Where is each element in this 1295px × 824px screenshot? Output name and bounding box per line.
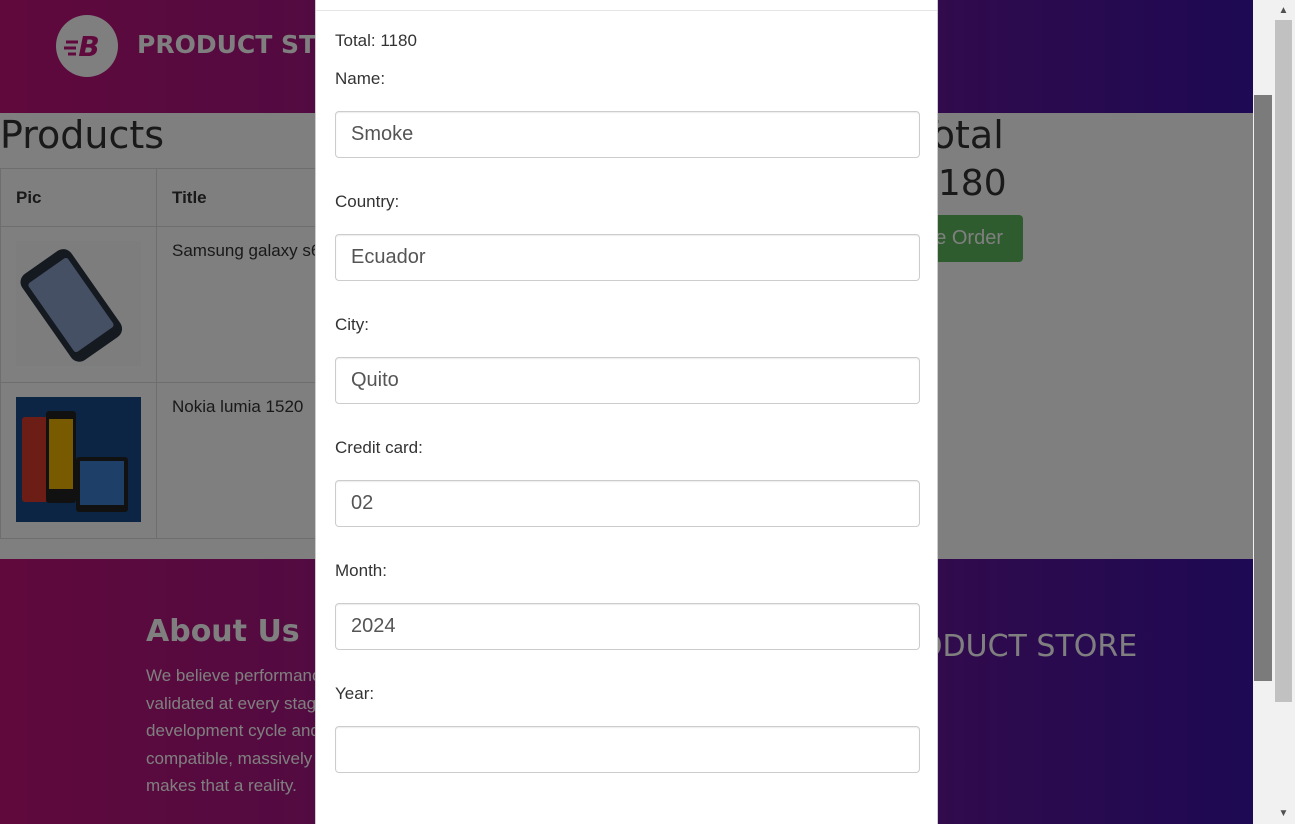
name-input[interactable] [335,111,920,158]
city-label: City: [335,315,369,334]
credit-card-label: Credit card: [335,438,423,457]
month-input[interactable] [335,603,920,650]
country-label: Country: [335,192,400,211]
credit-card-input[interactable] [335,480,920,527]
year-group: Year: [335,682,920,773]
year-input[interactable] [335,726,920,773]
city-input[interactable] [335,357,920,404]
month-label: Month: [335,561,387,580]
scroll-down-arrow-icon[interactable]: ▼ [1275,805,1292,822]
credit-card-group: Credit card: [335,436,920,527]
country-group: Country: [335,190,920,281]
city-group: City: [335,313,920,404]
year-label: Year: [335,684,375,703]
name-label: Name: [335,69,386,88]
modal-header-divider [316,10,937,11]
order-total: Total: 1180 [335,31,417,50]
place-order-modal: Total: 1180 Name: Country: City: Credit … [315,0,938,824]
scrollbar-thumb[interactable] [1275,20,1292,702]
country-input[interactable] [335,234,920,281]
scroll-up-arrow-icon[interactable]: ▲ [1275,2,1292,19]
name-group: Name: [335,67,920,158]
modal-scrollbar-thumb[interactable] [1254,95,1272,681]
modal-body: Total: 1180 Name: Country: City: Credit … [335,29,920,773]
month-group: Month: [335,559,920,650]
